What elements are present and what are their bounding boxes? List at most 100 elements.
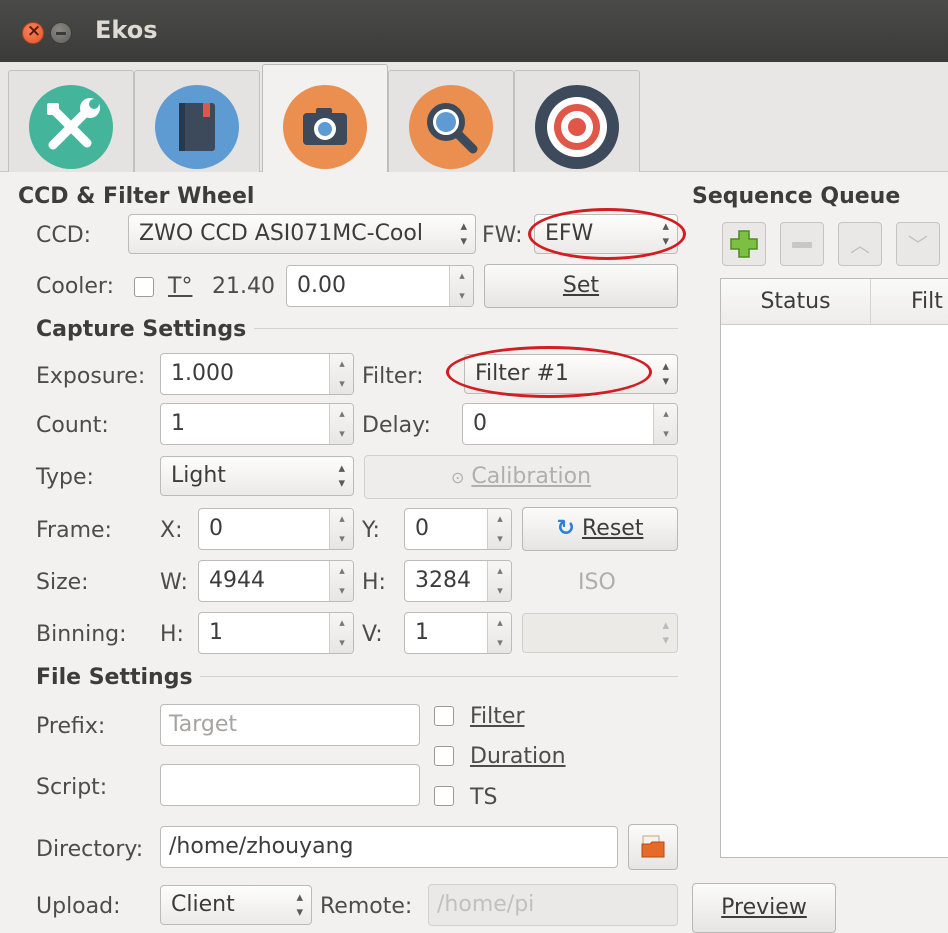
spin-down-icon: ▾ (339, 427, 345, 440)
frame-y-value: 0 (415, 516, 429, 541)
temperature-value: 21.40 (212, 274, 275, 299)
size-width-value: 4944 (209, 568, 265, 593)
duration-checkbox[interactable] (434, 746, 454, 766)
count-spinbox[interactable]: 1 ▴ ▾ (160, 403, 354, 445)
preview-button-label: Preview (721, 895, 807, 920)
iso-select[interactable]: ▴ ▾ (522, 613, 678, 653)
delay-label: Delay: (362, 413, 431, 438)
minimize-window-button[interactable] (50, 22, 72, 44)
cooler-label: Cooler: (36, 274, 114, 299)
binning-h-label: H: (160, 622, 184, 647)
spin-buttons[interactable]: ▴ ▾ (329, 561, 353, 601)
directory-label: Directory: (36, 837, 144, 862)
spin-up-icon: ▴ (339, 357, 345, 370)
move-job-down-button[interactable]: ﹀ (896, 222, 940, 266)
sequence-queue-table[interactable]: Status Filt (720, 278, 948, 858)
updown-arrow-icon: ▴ ▾ (460, 219, 467, 249)
type-label: Type: (36, 465, 94, 490)
chevron-up-icon: ︿ (850, 233, 870, 257)
cooler-checkbox[interactable] (134, 277, 154, 297)
ccd-select[interactable]: ZWO CCD ASI071MC-Cool ▴ ▾ (128, 214, 476, 254)
spin-buttons[interactable]: ▴ ▾ (653, 404, 677, 444)
size-width-spinbox[interactable]: 4944 ▴ ▾ (198, 560, 354, 602)
frame-y-label: Y: (362, 518, 380, 543)
upload-mode-select[interactable]: Client ▴ ▾ (160, 885, 312, 925)
spin-down-icon: ▾ (339, 532, 345, 545)
duration-checkbox-label: Duration (470, 744, 566, 769)
size-height-spinbox[interactable]: 3284 ▴ ▾ (404, 560, 512, 602)
close-window-button[interactable]: × (22, 21, 44, 44)
remote-label: Remote: (320, 894, 413, 919)
prefix-input[interactable]: Target (160, 704, 420, 746)
binning-h-spinbox[interactable]: 1 ▴ ▾ (198, 612, 354, 654)
count-label: Count: (36, 413, 109, 438)
column-header-filter[interactable]: Filt (871, 279, 948, 324)
spin-down-icon: ▾ (459, 289, 465, 302)
script-label: Script: (36, 775, 108, 800)
spin-buttons[interactable]: ▴ ▾ (487, 613, 511, 653)
sequence-table-header: Status Filt (721, 279, 948, 325)
spin-up-icon: ▴ (663, 407, 669, 420)
calibration-button[interactable]: ⊙ Calibration (364, 455, 678, 499)
filter-value: Filter #1 (475, 361, 569, 386)
updown-arrow-icon: ▴ ▾ (296, 890, 303, 920)
filter-name-checkbox[interactable] (434, 706, 454, 726)
spin-buttons[interactable]: ▴ ▾ (487, 509, 511, 549)
spin-buttons[interactable]: ▴ ▾ (449, 266, 473, 306)
binning-label: Binning: (36, 622, 127, 647)
frame-type-select[interactable]: Light ▴ ▾ (160, 456, 354, 496)
temperature-setpoint-spinbox[interactable]: 0.00 ▴ ▾ (286, 265, 474, 307)
spin-down-icon: ▾ (663, 427, 669, 440)
minus-icon (792, 242, 812, 248)
temperature-setpoint-value: 0.00 (297, 273, 346, 298)
frame-x-value: 0 (209, 516, 223, 541)
tab-setup[interactable] (8, 70, 134, 172)
ccd-section-title: CCD & Filter Wheel (18, 184, 255, 209)
remove-job-button[interactable] (780, 222, 824, 266)
directory-input[interactable]: /home/zhouyang (160, 826, 618, 868)
exposure-spinbox[interactable]: 1.000 ▴ ▾ (160, 353, 354, 395)
script-input[interactable] (160, 764, 420, 806)
calibration-button-label: Calibration (471, 464, 592, 489)
set-temperature-button[interactable]: Set (484, 264, 678, 308)
add-job-button[interactable] (722, 222, 766, 266)
spin-up-icon: ▴ (497, 564, 503, 577)
spin-buttons[interactable]: ▴ ▾ (487, 561, 511, 601)
updown-arrow-icon: ▴ ▾ (662, 618, 669, 648)
delay-value: 0 (473, 411, 487, 436)
spin-up-icon: ▴ (497, 616, 503, 629)
temperature-symbol: T° (168, 274, 193, 299)
filter-wheel-select[interactable]: EFW ▴ ▾ (534, 214, 678, 254)
spin-buttons[interactable]: ▴ ▾ (329, 404, 353, 444)
column-header-status[interactable]: Status (721, 279, 871, 324)
reset-frame-button[interactable]: ↻ Reset (522, 507, 678, 551)
tab-capture[interactable] (262, 64, 388, 172)
frame-x-spinbox[interactable]: 0 ▴ ▾ (198, 508, 354, 550)
spin-buttons[interactable]: ▴ ▾ (329, 613, 353, 653)
spin-buttons[interactable]: ▴ ▾ (329, 354, 353, 394)
capture-section-title: Capture Settings (36, 317, 247, 342)
add-icon (730, 230, 758, 258)
remote-directory-input[interactable]: /home/pi (428, 884, 678, 926)
tab-scheduler[interactable] (134, 70, 260, 172)
spin-buttons[interactable]: ▴ ▾ (329, 509, 353, 549)
frame-type-value: Light (171, 463, 226, 488)
tab-focus[interactable] (388, 70, 514, 172)
size-w-label: W: (160, 570, 188, 595)
capture-section-divider (254, 328, 678, 329)
delay-spinbox[interactable]: 0 ▴ ▾ (462, 403, 678, 445)
reset-icon: ↻ (556, 516, 575, 541)
preview-button[interactable]: Preview (692, 883, 836, 933)
frame-y-spinbox[interactable]: 0 ▴ ▾ (404, 508, 512, 550)
filter-select[interactable]: Filter #1 ▴ ▾ (464, 354, 678, 394)
camera-icon (283, 85, 367, 169)
binning-v-spinbox[interactable]: 1 ▴ ▾ (404, 612, 512, 654)
updown-arrow-icon: ▴ ▾ (338, 461, 345, 491)
timestamp-checkbox[interactable] (434, 786, 454, 806)
move-job-up-button[interactable]: ︿ (838, 222, 882, 266)
ccd-select-value: ZWO CCD ASI071MC-Cool (139, 221, 423, 246)
browse-directory-button[interactable] (628, 824, 678, 870)
tab-align[interactable] (514, 70, 640, 172)
reset-button-label: Reset (581, 516, 644, 541)
notebook-icon (155, 85, 239, 169)
